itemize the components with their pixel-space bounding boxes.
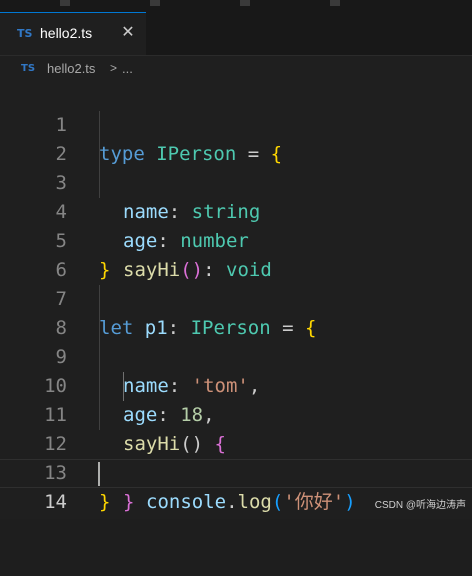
code-line: 12 } [0, 401, 472, 513]
breadcrumb-symbols[interactable]: ... [122, 61, 133, 76]
object-token: console [146, 491, 227, 513]
typescript-file-icon: TS [21, 63, 36, 74]
indent-guide [99, 314, 100, 343]
title-strip-segment [150, 0, 160, 6]
code-line: 7 let p1: IPerson = { [0, 256, 472, 339]
code-line: 8 name: 'tom', [0, 285, 472, 397]
code-line: 2 name: string [0, 111, 472, 223]
editor-tab-bar: TS hello2.ts ✕ [0, 12, 472, 56]
breadcrumb-file[interactable]: hello2.ts [47, 61, 95, 76]
bracket-token: } [99, 491, 111, 513]
bracket-token: } [123, 491, 135, 513]
indent-guide-active [123, 372, 124, 401]
string-token: '你好' [283, 491, 345, 513]
indent-guide [99, 140, 100, 169]
code-line: 11 console.log('你好') [0, 372, 472, 513]
code-line: 10 sayHi() { [0, 343, 472, 455]
code-text: console.log('你好') [146, 488, 356, 517]
title-strip-segment [60, 0, 70, 6]
code-line: 13 } [0, 430, 472, 513]
code-line: 1 type IPerson = { [0, 82, 472, 165]
indent-guide [99, 169, 100, 198]
code-editor[interactable]: 1 type IPerson = { 2 name: string 3 age:… [0, 82, 472, 519]
window-top-strip [0, 0, 472, 12]
indent-guide [99, 111, 100, 140]
function-token: log [237, 491, 272, 513]
line-number: 14 [44, 491, 67, 513]
tab-label: hello2.ts [40, 25, 93, 41]
code-text: } [123, 488, 134, 517]
code-line: 9 age: 18, [0, 314, 472, 426]
code-text: } [99, 488, 110, 517]
title-strip-segment [240, 0, 250, 6]
indent-guide [99, 343, 100, 372]
indent-guide [99, 401, 100, 430]
breadcrumb: TS hello2.ts > ... [0, 56, 472, 82]
bracket-token: ) [344, 491, 356, 513]
code-line-current: 14 [0, 459, 472, 513]
chevron-right-icon: > [110, 61, 118, 75]
close-icon[interactable]: ✕ [119, 23, 137, 41]
bracket-token: ( [271, 491, 284, 513]
watermark: CSDN @听海边涛声 [374, 500, 466, 511]
code-line: 6 [0, 227, 472, 281]
indent-guide [99, 285, 100, 314]
indent-guide [99, 372, 100, 401]
text-cursor [98, 462, 100, 486]
tab-hello2-ts[interactable]: TS hello2.ts ✕ [0, 12, 146, 55]
code-line: 3 age: number [0, 140, 472, 252]
title-strip-segment [330, 0, 340, 6]
code-line: 4 sayHi(): void [0, 169, 472, 281]
typescript-file-icon: TS [17, 27, 33, 40]
punctuation-token: . [226, 491, 238, 513]
code-line: 5 } [0, 198, 472, 281]
